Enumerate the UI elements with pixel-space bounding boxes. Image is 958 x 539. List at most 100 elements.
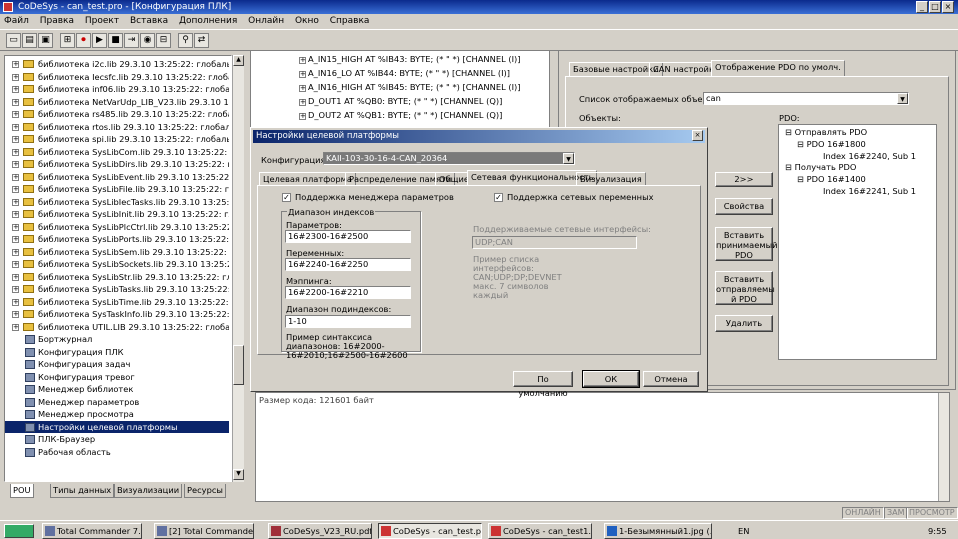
mapping-range-input[interactable]: 16#2200-16#2210 xyxy=(285,286,411,299)
tree-item[interactable]: Рабочая область xyxy=(5,446,229,459)
pdo-tree-node[interactable]: ⊟ Отправлять PDO xyxy=(785,127,867,137)
new-icon[interactable]: ▭ xyxy=(6,33,21,48)
minimize-button[interactable]: _ xyxy=(916,1,928,13)
tree-item[interactable]: + библиотека SysLibCom.lib 29.3.10 13:25:… xyxy=(5,146,229,159)
open-icon[interactable]: ▤ xyxy=(22,33,37,48)
menu-file[interactable]: Файл xyxy=(4,16,29,26)
tree-item[interactable]: + библиотека SysLibPorts.lib 29.3.10 13:2… xyxy=(5,233,229,246)
tree-item[interactable]: + библиотека SysLibTasks.lib 29.3.10 13:2… xyxy=(5,283,229,296)
tree-item[interactable]: + библиотека SysLibSem.lib 29.3.10 13:25:… xyxy=(5,246,229,259)
tab-visualizations[interactable]: Визуализации xyxy=(114,484,183,498)
param-manager-checkbox[interactable]: ✓ xyxy=(282,193,291,202)
object-list-select[interactable]: can ▼ xyxy=(703,92,909,105)
tree-item[interactable]: + библиотека SysLibInit.lib 29.3.10 13:25… xyxy=(5,208,229,221)
message-window[interactable]: Размер кода: 121601 байт xyxy=(255,392,950,502)
tree-item[interactable]: + библиотека SysLibTime.lib 29.3.10 13:25… xyxy=(5,296,229,309)
tab-data-types[interactable]: Типы данных xyxy=(50,484,115,498)
tree-item[interactable]: Бортжурнал xyxy=(5,333,229,346)
scroll-thumb[interactable] xyxy=(233,345,244,385)
tree-item[interactable]: + библиотека SysLibPlcCtrl.lib 29.3.10 13… xyxy=(5,221,229,234)
menu-window[interactable]: Окно xyxy=(295,16,319,26)
tree-item[interactable]: + библиотека rs485.lib 29.3.10 13:25:22: … xyxy=(5,108,229,121)
expand-icon[interactable]: + xyxy=(299,113,306,120)
replace-icon[interactable]: ⇄ xyxy=(194,33,209,48)
tree-item[interactable]: + библиотека rtos.lib 29.3.10 13:25:22: г… xyxy=(5,121,229,134)
tree-item[interactable]: ПЛК-Браузер xyxy=(5,433,229,446)
step-icon[interactable]: ⇥ xyxy=(124,33,139,48)
expand-icon[interactable]: + xyxy=(299,71,306,78)
logout-icon[interactable]: ⏺ xyxy=(76,33,91,48)
cancel-button[interactable]: Отмена xyxy=(643,371,699,387)
expand-icon[interactable]: + xyxy=(299,99,306,106)
tree-item[interactable]: + библиотека UTIL.LIB 29.3.10 13:25:22: г… xyxy=(5,321,229,334)
expand-icon[interactable]: + xyxy=(12,223,19,231)
expand-icon[interactable]: + xyxy=(12,86,19,93)
declaration-line[interactable]: + D_OUT2 AT %QB1: BYTE; (* " *) [CHANNEL … xyxy=(299,110,502,120)
declaration-line[interactable]: + D_OUT1 AT %QB0: BYTE; (* " *) [CHANNEL … xyxy=(299,96,502,106)
menu-project[interactable]: Проект xyxy=(85,16,119,26)
properties-button[interactable]: Свойства xyxy=(715,198,773,215)
taskbar-item[interactable]: Total Commander 7.5... xyxy=(42,523,142,539)
find-icon[interactable]: ⚲ xyxy=(178,33,193,48)
tab-target-platform[interactable]: Целевая платформа xyxy=(259,172,356,185)
menu-extras[interactable]: Дополнения xyxy=(179,16,237,26)
ok-button[interactable]: ОК xyxy=(582,370,640,388)
expand-icon[interactable]: + xyxy=(12,148,19,156)
pdo-tree[interactable]: ⊟ Отправлять PDO ⊟ PDO 16#1800 Index 16#… xyxy=(778,124,937,360)
tree-item[interactable]: + библиотека i2c.lib 29.3.10 13:25:22: гл… xyxy=(5,58,229,71)
tree-item[interactable]: Конфигурация задач xyxy=(5,358,229,371)
expand-icon[interactable]: + xyxy=(12,311,19,318)
declarations-panel[interactable]: + A_IN15_HIGH AT %IB43: BYTE; (* " *) [CH… xyxy=(250,50,550,135)
menu-online[interactable]: Онлайн xyxy=(248,16,284,26)
expand-icon[interactable]: + xyxy=(12,261,19,268)
expand-icon[interactable]: + xyxy=(12,173,19,181)
taskbar-item[interactable]: [2] Total Commander ... xyxy=(154,523,254,539)
tree-item[interactable]: Настройки целевой платформы xyxy=(5,420,229,433)
expand-icon[interactable]: + xyxy=(12,73,19,81)
expand-icon[interactable]: + xyxy=(12,61,19,68)
maximize-button[interactable]: □ xyxy=(929,1,941,13)
expand-icon[interactable]: + xyxy=(12,298,19,306)
scroll-down-icon[interactable]: ▼ xyxy=(233,469,244,480)
insert-receive-pdo-button[interactable]: Вставить принимаемый PDO xyxy=(715,227,778,261)
dropdown-arrow-icon[interactable]: ▼ xyxy=(897,93,908,104)
tree-item[interactable]: Менеджер библиотек xyxy=(5,383,229,396)
config-select[interactable]: KAII-103-30-16-4-CAN_20364 ▼ xyxy=(323,152,575,165)
tab-pou[interactable]: POU xyxy=(10,484,34,498)
tree-item[interactable]: + библиотека NetVarUdp_LIB_V23.lib 29.3.1… xyxy=(5,96,229,109)
tree-item[interactable]: + библиотека SysLibEvent.lib 29.3.10 13:2… xyxy=(5,171,229,184)
tree-item[interactable]: + библиотека SysTaskInfo.lib 29.3.10 13:2… xyxy=(5,308,229,321)
message-scrollbar[interactable] xyxy=(938,393,949,501)
pdo-tree-node[interactable]: ⊟ Получать PDO xyxy=(785,162,856,172)
taskbar-item-active[interactable]: CoDeSys - can_test.p... xyxy=(378,523,482,539)
login-icon[interactable]: ⊞ xyxy=(60,33,75,48)
network-icon[interactable]: ⊟ xyxy=(156,33,171,48)
pdo-tree-node[interactable]: ⊟ PDO 16#1400 xyxy=(797,174,866,184)
net-interfaces-input[interactable]: UDP;CAN xyxy=(472,236,637,249)
expand-icon[interactable]: + xyxy=(12,161,19,168)
default-button[interactable]: По умолчанию xyxy=(513,371,573,398)
subindex-range-input[interactable]: 1-10 xyxy=(285,315,411,328)
expand-icon[interactable]: + xyxy=(12,323,19,331)
tree-item[interactable]: Менеджер параметров xyxy=(5,396,229,409)
object-organizer-tree[interactable]: + библиотека i2c.lib 29.3.10 13:25:22: гл… xyxy=(4,55,232,482)
expand-icon[interactable]: + xyxy=(12,198,19,206)
scroll-up-icon[interactable]: ▲ xyxy=(233,55,244,66)
add-to-pdo-button[interactable]: 2>> xyxy=(715,172,773,187)
tree-item[interactable]: Менеджер просмотра xyxy=(5,408,229,421)
param-range-input[interactable]: 16#2300-16#2500 xyxy=(285,230,411,243)
tree-item[interactable]: Конфигурация ПЛК xyxy=(5,346,229,359)
insert-send-pdo-button[interactable]: Вставить отправляемы й PDO xyxy=(715,271,775,305)
run-icon[interactable]: ▶ xyxy=(92,33,107,48)
tree-item[interactable]: + библиотека inf06.lib 29.3.10 13:25:22: … xyxy=(5,83,229,96)
expand-icon[interactable]: + xyxy=(12,273,19,281)
delete-button[interactable]: Удалить xyxy=(715,315,773,332)
pdo-tree-node[interactable]: ⊟ PDO 16#1800 xyxy=(797,139,866,149)
menu-insert[interactable]: Вставка xyxy=(130,16,168,26)
expand-icon[interactable]: + xyxy=(12,136,19,143)
dropdown-arrow-icon[interactable]: ▼ xyxy=(563,153,574,164)
pdo-tree-node[interactable]: Index 16#2240, Sub 1 xyxy=(823,151,916,161)
taskbar-item[interactable]: CoDeSys_V23_RU.pdf... xyxy=(268,523,372,539)
declaration-line[interactable]: + A_IN16_HIGH AT %IB45: BYTE; (* " *) [CH… xyxy=(299,82,521,92)
dialog-close-icon[interactable]: × xyxy=(692,130,703,141)
